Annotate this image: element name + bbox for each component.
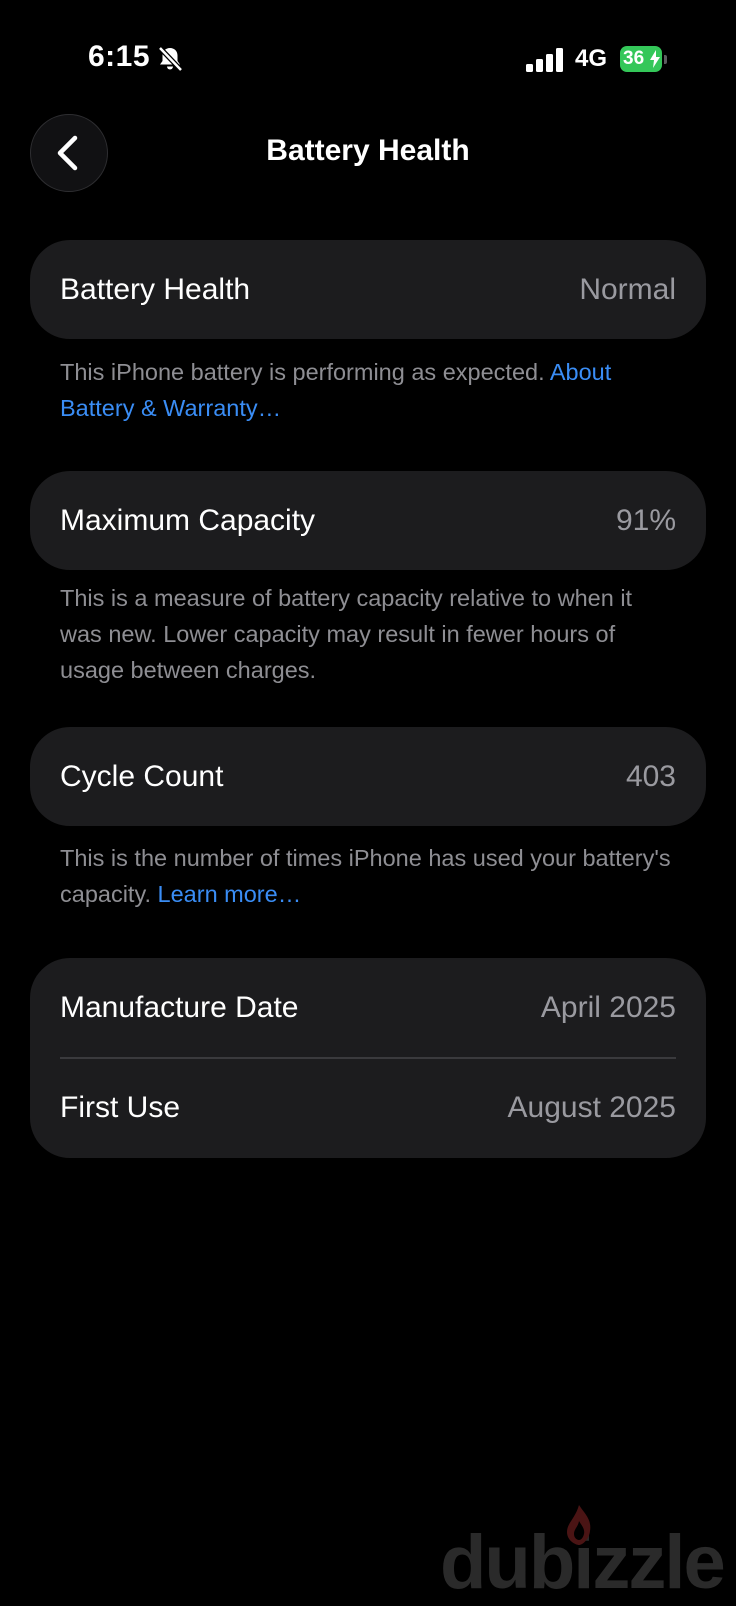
manufacture-date-label: Manufacture Date [60, 990, 299, 1024]
learn-more-link[interactable]: Learn more… [158, 881, 302, 907]
maximum-capacity-footnote: This is a measure of battery capacity re… [60, 580, 680, 688]
battery-health-row: Battery Health Normal [30, 240, 706, 339]
maximum-capacity-footnote-text: This is a measure of battery capacity re… [60, 585, 633, 683]
bell-slash-icon [158, 46, 183, 72]
battery-health-footnote: This iPhone battery is performing as exp… [60, 354, 680, 426]
first-use-value: August 2025 [507, 1091, 676, 1124]
manufacture-date-row: Manufacture Date April 2025 [30, 958, 706, 1057]
battery-tip [664, 55, 667, 64]
cycle-count-row: Cycle Count 403 [30, 727, 706, 826]
cycle-count-label: Cycle Count [60, 759, 224, 793]
status-bar: 6:15 4G 36 [0, 0, 736, 120]
manufacture-date-value: April 2025 [540, 990, 676, 1024]
maximum-capacity-label: Maximum Capacity [60, 503, 316, 537]
cycle-count-value: 403 [625, 759, 676, 793]
maximum-capacity-row: Maximum Capacity 91% [30, 471, 706, 570]
cycle-count-card: Cycle Count 403 [30, 727, 706, 826]
cycle-count-footnote-text: This is the number of times iPhone has u… [60, 845, 671, 907]
dates-card: Manufacture Date April 2025 First Use Au… [30, 958, 706, 1158]
charging-bolt-icon [650, 50, 660, 68]
first-use-label: First Use [60, 1091, 180, 1124]
battery-health-footnote-text: This iPhone battery is performing as exp… [60, 359, 550, 385]
network-type: 4G [575, 45, 608, 72]
status-time: 6:15 [88, 40, 151, 73]
cellular-signal-icon [526, 48, 563, 72]
battery-health-value: Normal [579, 272, 676, 306]
maximum-capacity-card: Maximum Capacity 91% [30, 471, 706, 570]
maximum-capacity-value: 91% [615, 503, 676, 537]
battery-health-label: Battery Health [60, 272, 251, 306]
battery-health-card: Battery Health Normal [30, 240, 706, 339]
cycle-count-footnote: This is the number of times iPhone has u… [60, 840, 680, 912]
page-title: Battery Health [266, 134, 470, 167]
first-use-row: First Use August 2025 [30, 1059, 706, 1158]
dubizzle-watermark: dubizzle [440, 1505, 736, 1605]
battery-indicator: 36 [620, 46, 668, 72]
flame-icon [567, 1505, 591, 1545]
